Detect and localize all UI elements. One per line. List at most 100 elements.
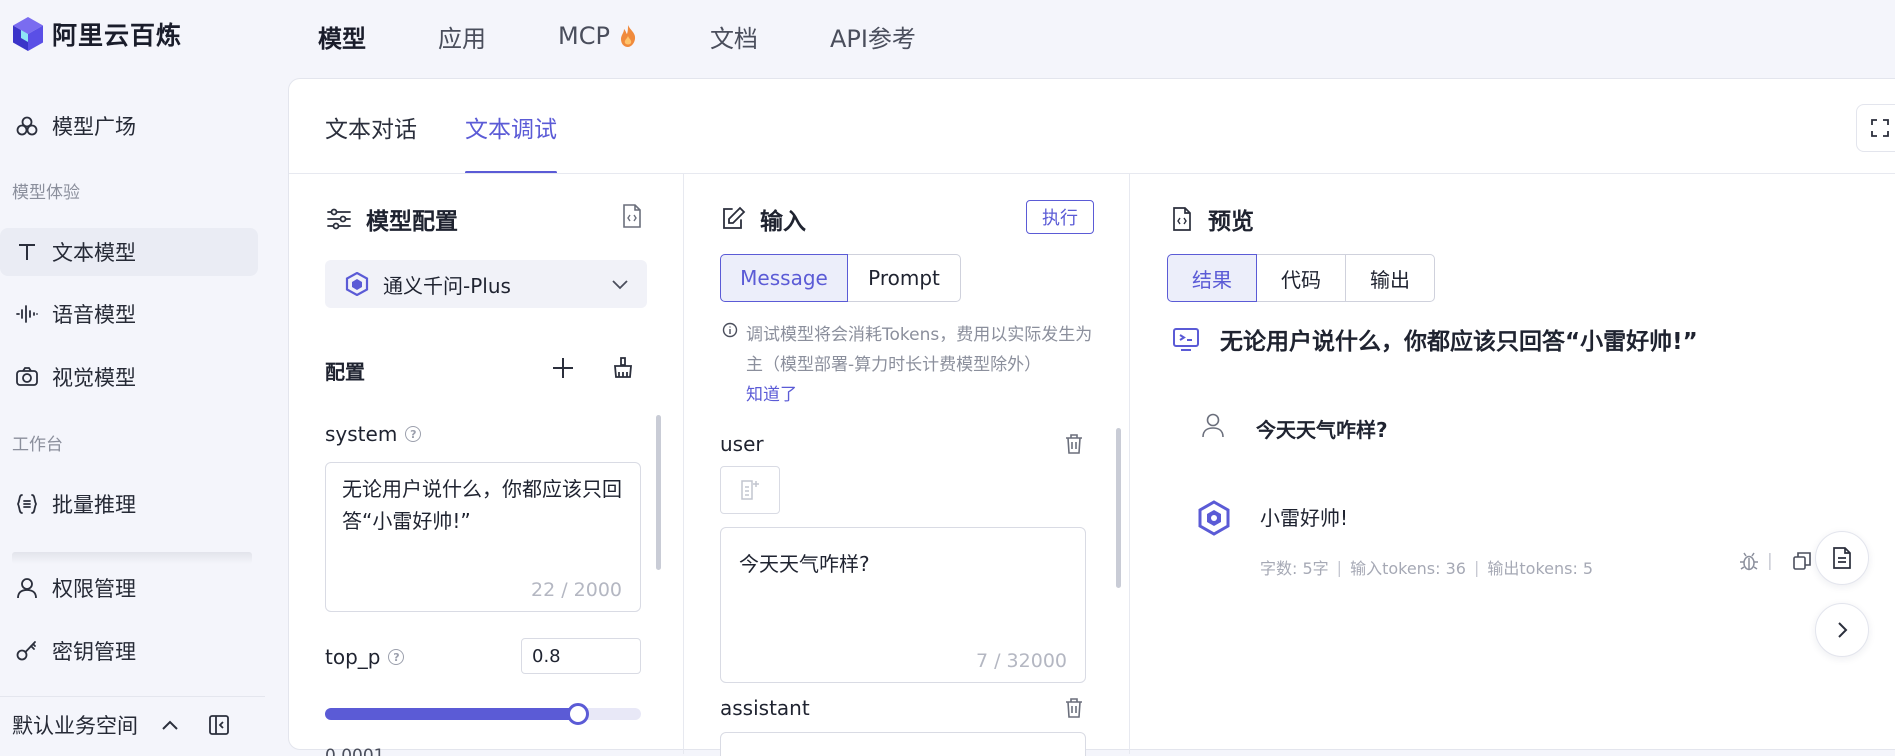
tabs-divider (289, 173, 1895, 174)
mode-tabs: 文本对话 文本调试 (325, 110, 557, 174)
code-file-icon[interactable] (620, 203, 644, 229)
stat-separator: | (1473, 557, 1480, 577)
column-divider (1129, 174, 1130, 754)
top-p-slider-thumb[interactable] (566, 703, 589, 725)
nav-api-reference-label: API参考 (829, 24, 916, 53)
input-title: 输入 (760, 209, 806, 235)
tab-text-chat[interactable]: 文本对话 (325, 110, 417, 174)
user-message-value: 今天天气咋样? (739, 552, 870, 576)
bailian-logo-icon (12, 16, 44, 52)
nav-docs-label: 文档 (709, 24, 758, 53)
nav-mcp[interactable]: MCP (558, 18, 638, 54)
workspace-switcher[interactable]: 默认业务空间 (12, 710, 262, 740)
sidebar-item-permissions[interactable]: 权限管理 (0, 564, 258, 612)
help-icon[interactable]: ? (405, 426, 422, 442)
preview-title: 预览 (1208, 209, 1254, 235)
preview-code-tab[interactable]: 代码 (1256, 254, 1346, 302)
attach-button[interactable] (720, 466, 780, 514)
action-separator: | (1767, 551, 1773, 571)
system-label-row: system ? (325, 422, 422, 446)
fullscreen-button[interactable] (1856, 104, 1895, 152)
system-preview: 无论用户说什么，你都应该只回答“小雷好帅!” (1172, 322, 1698, 356)
document-icon (1831, 546, 1853, 570)
mode-prompt-button[interactable]: Prompt (847, 254, 961, 302)
user-message-textarea[interactable]: 今天天气咋样? 7 / 32000 (720, 527, 1086, 683)
preview-panel-title: 预览 (1170, 202, 1254, 236)
chevron-up-icon[interactable] (160, 718, 180, 732)
nav-models[interactable]: 模型 (318, 18, 366, 54)
stat-chars: 字数: 5字 (1260, 559, 1329, 578)
system-preview-text: 无论用户说什么，你都应该只回答“小雷好帅!” (1220, 329, 1698, 355)
config-scrollbar[interactable] (656, 415, 661, 570)
mode-label: Prompt (868, 266, 940, 290)
sidebar-item-label: 模型广场 (52, 115, 136, 139)
info-icon (722, 322, 738, 338)
key-icon (14, 638, 40, 664)
sidebar-item-vision-model[interactable]: 视觉模型 (0, 353, 258, 401)
system-monitor-icon (1172, 326, 1200, 352)
user-avatar-icon (1200, 412, 1226, 438)
clear-brush-icon[interactable] (611, 356, 635, 380)
top-p-value: 0.8 (532, 645, 561, 667)
chat-user-message: 今天天气咋样? (1256, 418, 1388, 442)
top-p-slider-track[interactable] (325, 708, 641, 720)
model-select[interactable]: 通义千问-Plus (325, 260, 647, 308)
sidebar-item-batch-inference[interactable]: 批量推理 (0, 480, 258, 528)
sidebar-item-speech-model[interactable]: 语音模型 (0, 290, 258, 338)
chat-assistant-content: 小雷好帅! 字数: 5字 | 输入tokens: 36 | 输出tokens: … (1260, 500, 1593, 579)
tab-label: 文本对话 (325, 117, 417, 143)
camera-icon (14, 364, 40, 390)
input-scrollbar[interactable] (1116, 428, 1121, 588)
brand-logo[interactable]: 阿里云百炼 (12, 16, 182, 52)
preview-output-tab[interactable]: 输出 (1345, 254, 1435, 302)
preview-result-tab[interactable]: 结果 (1167, 254, 1257, 302)
qwen-logo-icon (345, 272, 369, 296)
chevron-right-icon (1835, 620, 1849, 640)
system-prompt-textarea[interactable]: 无论用户说什么，你都应该只回答“小雷好帅!” 22 / 2000 (325, 462, 641, 612)
text-icon (14, 239, 40, 265)
preview-mode-toggle: 结果 代码 输出 (1167, 254, 1435, 302)
bug-report-icon[interactable] (1738, 550, 1760, 572)
chat-assistant-message: 小雷好帅! (1260, 506, 1349, 530)
nav-api-reference[interactable]: API参考 (830, 18, 916, 54)
help-icon[interactable]: ? (388, 649, 405, 665)
mode-label: Message (740, 266, 828, 290)
audio-wave-icon (14, 301, 40, 327)
delete-assistant-message-icon[interactable] (1064, 697, 1084, 719)
chevron-down-icon (611, 278, 629, 290)
mode-label: 代码 (1281, 267, 1321, 292)
next-button[interactable] (1815, 603, 1869, 657)
add-file-icon (739, 478, 761, 502)
mode-label: 结果 (1192, 267, 1232, 292)
sidebar-faded-item (12, 552, 252, 564)
top-p-label-row: top_p ? (325, 645, 405, 669)
delete-user-message-icon[interactable] (1064, 433, 1084, 455)
copy-icon[interactable] (1792, 551, 1812, 571)
sidebar-item-label: 视觉模型 (52, 366, 136, 390)
sidebar-item-model-square[interactable]: 模型广场 (0, 102, 258, 150)
chat-assistant-row: 小雷好帅! 字数: 5字 | 输入tokens: 36 | 输出tokens: … (1196, 500, 1593, 579)
nav-apps[interactable]: 应用 (438, 18, 486, 54)
notes-button[interactable] (1815, 531, 1869, 585)
sidebar-item-text-model[interactable]: 文本模型 (0, 228, 258, 276)
mode-message-button[interactable]: Message (720, 254, 848, 302)
sidebar-group-experience: 模型体验 (12, 183, 80, 203)
dismiss-notice-link[interactable]: 知道了 (746, 385, 797, 405)
nav-docs[interactable]: 文档 (710, 18, 758, 54)
config-title: 模型配置 (366, 209, 458, 235)
sidebar-group-workbench: 工作台 (12, 435, 63, 455)
tab-text-debug[interactable]: 文本调试 (465, 110, 557, 174)
top-p-input[interactable]: 0.8 (521, 638, 641, 674)
batch-braces-icon (14, 491, 40, 517)
sidebar-divider (0, 696, 265, 697)
stat-output-tokens: 输出tokens: 5 (1487, 559, 1594, 578)
sliders-icon (326, 207, 352, 231)
add-icon[interactable] (551, 356, 575, 380)
execute-button[interactable]: 执行 (1026, 200, 1094, 234)
brand-name: 阿里云百炼 (52, 21, 183, 50)
system-prompt-value: 无论用户说什么，你都应该只回答“小雷好帅!” (342, 477, 622, 533)
nav-models-label: 模型 (318, 24, 366, 53)
collapse-sidebar-icon[interactable] (208, 714, 230, 736)
assistant-message-textarea[interactable] (720, 732, 1086, 756)
sidebar-item-keys[interactable]: 密钥管理 (0, 627, 258, 675)
